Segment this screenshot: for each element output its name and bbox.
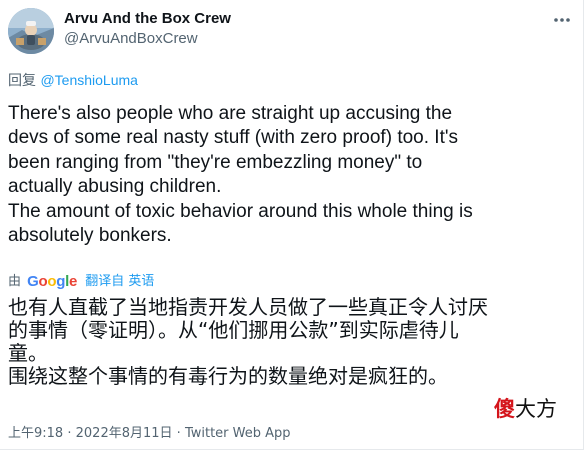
translated-text: 也有人直截了当地指责开发人员做了一些真正令人讨厌 的事情（零证明）。从“他们挪用… xyxy=(8,296,578,388)
reply-mention-link[interactable]: @TenshioLuma xyxy=(40,72,138,88)
tweet-time[interactable]: 上午9:18 xyxy=(8,426,63,441)
tweet-text-line: The amount of toxic behavior around this… xyxy=(8,200,473,222)
replying-to: 回复 @TenshioLuma xyxy=(8,71,138,90)
tweet-text-line: absolutely bonkers. xyxy=(8,225,172,247)
google-logo-letter: e xyxy=(69,273,78,290)
google-logo-letter: G xyxy=(27,273,39,290)
avatar-image xyxy=(8,8,54,54)
translation-attribution: 由 Google 翻译自 英语 xyxy=(8,274,154,290)
translated-text-line: 也有人直截了当地指责开发人员做了一些真正令人讨厌 xyxy=(8,295,488,319)
watermark: 傻大方 xyxy=(494,396,557,422)
reply-label: 回复 xyxy=(8,73,36,89)
tweet-metadata: 上午9:18 · 2022年8月11日 · Twitter Web App xyxy=(8,426,291,442)
tweet-text-line: actually abusing children. xyxy=(8,176,222,198)
author-display-name[interactable]: Arvu And the Box Crew xyxy=(64,9,231,29)
tweet-date[interactable]: 2022年8月11日 xyxy=(76,426,173,441)
watermark-part-a: 傻 xyxy=(494,397,515,421)
tweet-text: There's also people who are straight up … xyxy=(8,102,578,248)
translated-by-label: 由 xyxy=(8,274,22,289)
tweet-card: Arvu And the Box Crew @ArvuAndBoxCrew 回复… xyxy=(0,0,584,450)
more-options-icon[interactable] xyxy=(552,10,572,30)
translated-text-line: 的事情（零证明）。从“他们挪用公款”到实际虐待儿 xyxy=(8,318,459,342)
google-logo-letter: o xyxy=(47,273,57,290)
tweet-header: Arvu And the Box Crew @ArvuAndBoxCrew xyxy=(8,8,576,56)
tweet-client[interactable]: Twitter Web App xyxy=(185,426,291,441)
meta-separator: · xyxy=(176,426,181,441)
google-logo-letter: g xyxy=(56,273,66,290)
translate-from-link[interactable]: 翻译自 英语 xyxy=(85,274,154,289)
author-handle[interactable]: @ArvuAndBoxCrew xyxy=(64,29,231,49)
tweet-text-line: been ranging from "they're embezzling mo… xyxy=(8,151,423,173)
translated-text-line: 童。 xyxy=(8,341,48,365)
translated-text-line: 围绕这整个事情的有毒行为的数量绝对是疯狂的。 xyxy=(8,364,448,388)
google-logo: Google xyxy=(27,273,77,290)
tweet-text-line: There's also people who are straight up … xyxy=(8,103,453,124)
watermark-part-b: 大方 xyxy=(515,397,557,421)
tweet-text-line: devs of some real nasty stuff (with zero… xyxy=(8,127,458,149)
meta-separator: · xyxy=(67,426,72,441)
author-names: Arvu And the Box Crew @ArvuAndBoxCrew xyxy=(64,9,231,49)
avatar[interactable] xyxy=(8,8,54,54)
